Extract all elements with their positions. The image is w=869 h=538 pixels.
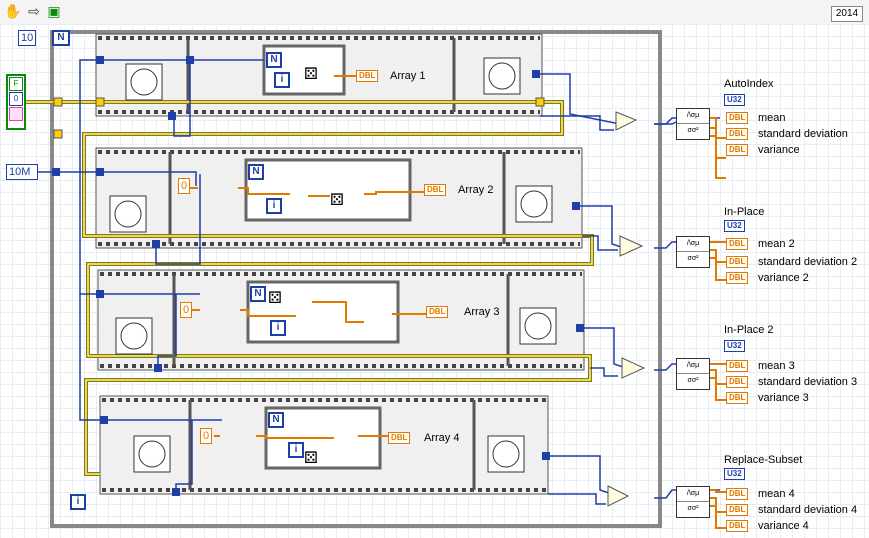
error-status-bool[interactable]: F	[9, 77, 23, 91]
array3-label: Array 3	[464, 306, 500, 318]
group4-stats-function: /\σμ σσ²	[676, 486, 710, 518]
error-source-string[interactable]	[9, 107, 23, 121]
array1-indicator: DBL	[356, 70, 379, 82]
group3-mean-indicator: DBL	[726, 360, 749, 372]
group3-stats-function: /\σμ σσ²	[676, 358, 710, 390]
group4-sd-label: standard deviation 4	[758, 504, 858, 516]
dice-random-icon-3: ⚄	[268, 290, 282, 307]
array2-label: Array 2	[458, 184, 494, 196]
loop1-count-terminal: N	[266, 52, 282, 68]
init-value-4-constant[interactable]: 0	[200, 428, 213, 444]
group2-mean-label: mean 2	[758, 238, 795, 250]
group3-var-indicator: DBL	[726, 392, 749, 404]
dice-random-icon: ⚄	[304, 66, 318, 83]
group1-stats-function: /\σμ σσ²	[676, 108, 710, 140]
array1-label: Array 1	[390, 70, 426, 82]
group4-title: Replace-Subset	[724, 454, 803, 466]
group3-mean-label: mean 3	[758, 360, 795, 372]
init-value-2-constant[interactable]: 0	[178, 178, 191, 194]
array3-indicator: DBL	[426, 306, 449, 318]
error-cluster-constant[interactable]: F 0	[6, 74, 26, 130]
loop1-iteration-terminal: i	[274, 72, 290, 88]
group4-var-indicator: DBL	[726, 520, 749, 532]
group4-mean-indicator: DBL	[726, 488, 749, 500]
block-diagram[interactable]: 10 N 10M i F 0 N i N i N i N i 0 0 0 ⚄ ⚄…	[0, 24, 869, 538]
outer-loop-count-terminal: N	[52, 30, 70, 46]
group1-var-label: variance	[758, 144, 800, 156]
toolbar: ✋ ⇨ ▣ 2014	[0, 0, 869, 25]
iteration-count-constant[interactable]: 10	[18, 30, 37, 46]
dice-random-icon-4: ⚄	[304, 450, 318, 467]
loop2-count-terminal: N	[248, 164, 264, 180]
group3-u32-indicator: U32	[724, 340, 745, 352]
group2-u32-indicator: U32	[724, 220, 745, 232]
loop4-count-terminal: N	[268, 412, 284, 428]
group2-var-label: variance 2	[758, 272, 809, 284]
abort-icon[interactable]: ▣	[46, 3, 62, 19]
group4-u32-indicator: U32	[724, 468, 745, 480]
group1-var-indicator: DBL	[726, 144, 749, 156]
group2-sd-indicator: DBL	[726, 256, 749, 268]
run-arrow-icon[interactable]: ⇨	[26, 3, 42, 19]
hand-icon[interactable]: ✋	[4, 3, 21, 19]
error-code-num[interactable]: 0	[9, 92, 23, 106]
group1-sd-indicator: DBL	[726, 128, 749, 140]
group4-mean-label: mean 4	[758, 488, 795, 500]
group1-sd-label: standard deviation	[758, 128, 848, 140]
group2-var-indicator: DBL	[726, 272, 749, 284]
array4-indicator: DBL	[388, 432, 411, 444]
array-size-constant[interactable]: 10M	[6, 164, 38, 180]
group4-sd-indicator: DBL	[726, 504, 749, 516]
group2-sd-label: standard deviation 2	[758, 256, 858, 268]
loop3-iteration-terminal: i	[270, 320, 286, 336]
loop3-count-terminal: N	[250, 286, 266, 302]
group2-mean-indicator: DBL	[726, 238, 749, 250]
loop2-iteration-terminal: i	[266, 198, 282, 214]
group3-title: In-Place 2	[724, 324, 774, 336]
init-value-3-constant[interactable]: 0	[180, 302, 193, 318]
group1-mean-indicator: DBL	[726, 112, 749, 124]
group2-title: In-Place	[724, 206, 765, 218]
dice-random-icon-2: ⚄	[330, 192, 344, 209]
array4-label: Array 4	[424, 432, 460, 444]
array2-indicator: DBL	[424, 184, 447, 196]
group4-var-label: variance 4	[758, 520, 809, 532]
loop4-iteration-terminal: i	[288, 442, 304, 458]
group1-title: AutoIndex	[724, 78, 774, 90]
group3-var-label: variance 3	[758, 392, 809, 404]
group1-mean-label: mean	[758, 112, 786, 124]
group2-stats-function: /\σμ σσ²	[676, 236, 710, 268]
group1-u32-indicator: U32	[724, 94, 745, 106]
outer-iteration-terminal: i	[70, 494, 86, 510]
year-label: 2014	[831, 6, 863, 22]
group3-sd-label: standard deviation 3	[758, 376, 858, 388]
group3-sd-indicator: DBL	[726, 376, 749, 388]
